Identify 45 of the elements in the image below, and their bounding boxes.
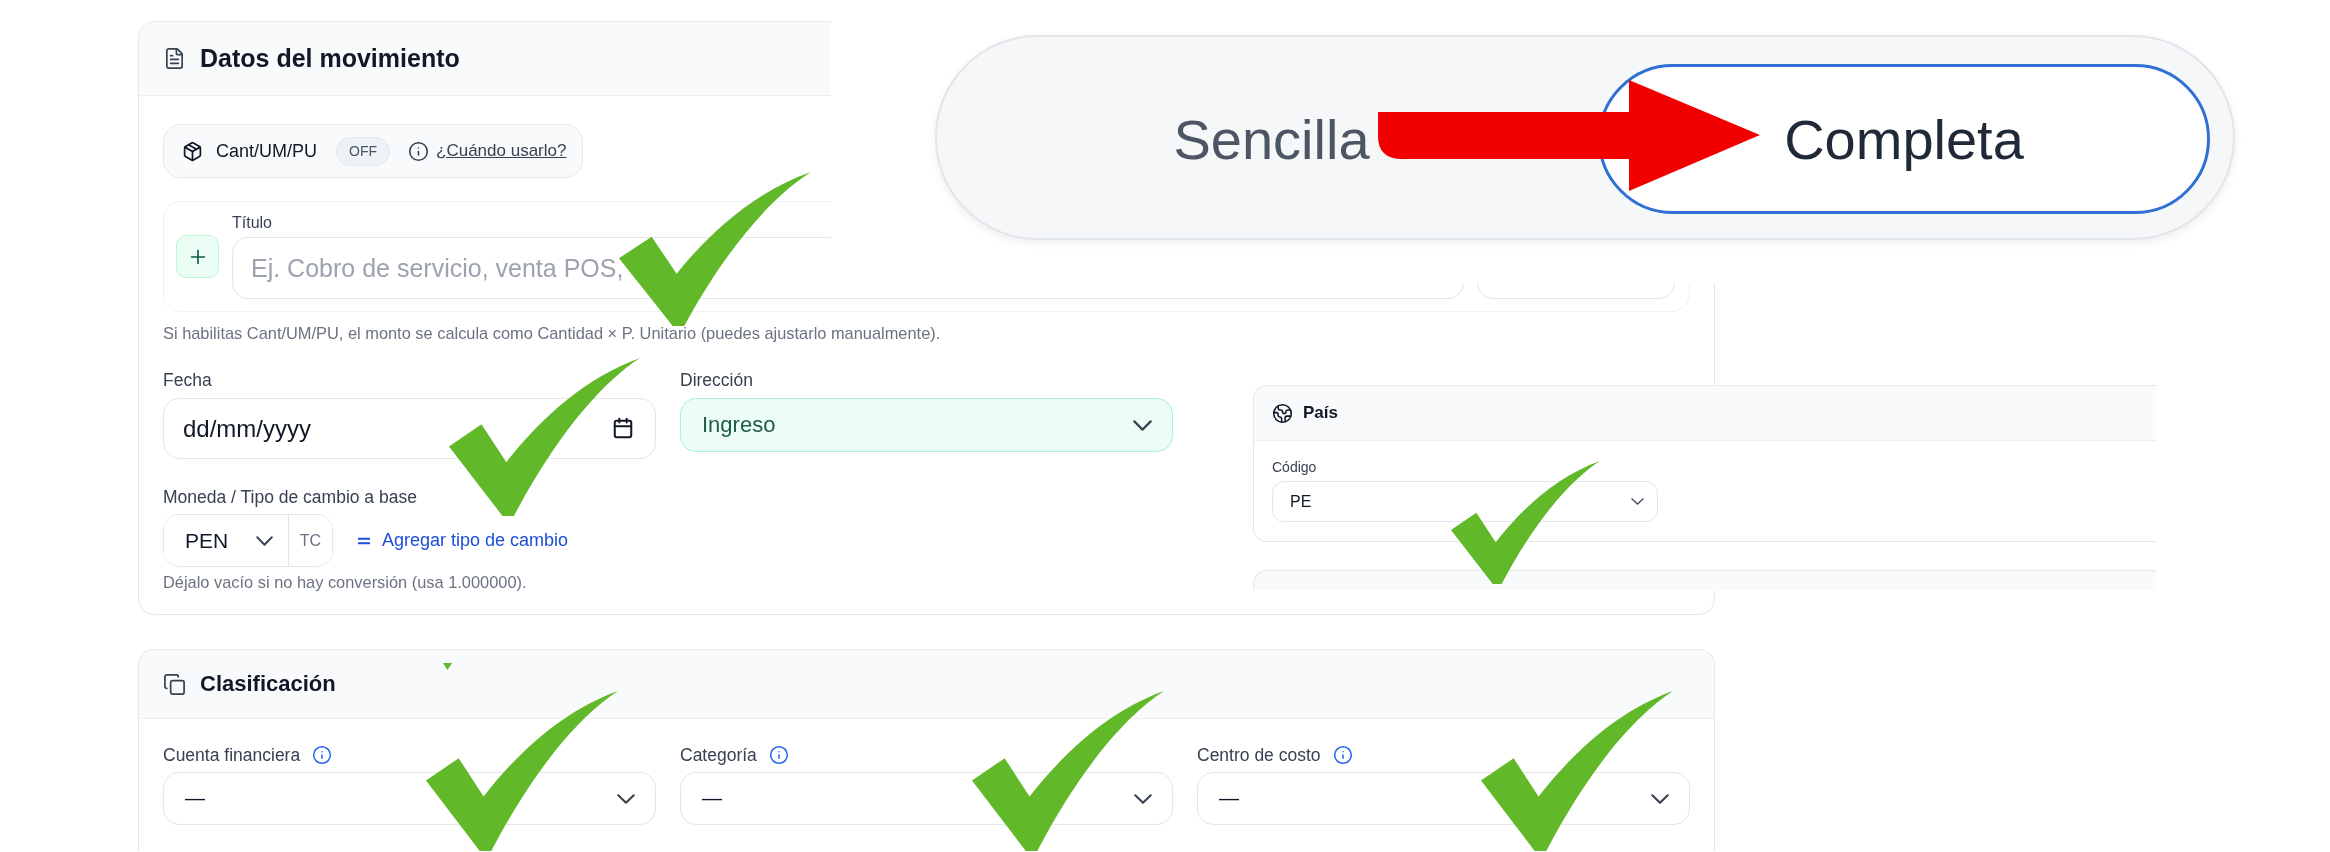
- rate-input[interactable]: TC: [288, 515, 332, 566]
- field-label: Categoría: [680, 745, 757, 765]
- panel-title: País: [1303, 403, 1338, 423]
- chevron-down-icon: [1631, 498, 1644, 505]
- chevron-down-icon: [1133, 419, 1152, 431]
- select-field[interactable]: PE: [1272, 481, 1658, 522]
- box-icon: [182, 140, 203, 162]
- calendar-icon: [612, 417, 634, 439]
- field-label: Fecha: [163, 370, 212, 390]
- field-label: Código: [1272, 459, 1317, 475]
- checkmark-icon: [449, 358, 640, 516]
- checkmark-icon: [426, 691, 618, 851]
- chevron-down-icon: [1134, 793, 1152, 804]
- hint-text: Déjalo vacío si no hay conversión (usa 1.000000).: [163, 573, 527, 592]
- field-label: Moneda / Tipo de cambio a base: [163, 487, 417, 507]
- mode-option[interactable]: Sencilla: [945, 64, 1598, 214]
- field-label: Título: [232, 214, 272, 232]
- info-icon: [768, 745, 789, 765]
- card-title: Clasificación: [200, 671, 336, 697]
- arrow-icon: [1378, 80, 1760, 191]
- info-icon: [312, 745, 333, 765]
- help-link[interactable]: ¿Cuándo usarlo?: [436, 141, 567, 161]
- field-label: Centro de costo: [1197, 745, 1321, 765]
- chevron-down-icon: [256, 535, 273, 546]
- toggle-label: Cant/UM/PU: [216, 140, 318, 162]
- copy-icon: [163, 672, 186, 696]
- document-icon: [163, 47, 186, 70]
- triangle-icon: [443, 663, 452, 670]
- checkmark-icon: [1451, 461, 1600, 584]
- add-rate-link[interactable]: Agregar tipo de cambio: [355, 530, 569, 551]
- toggle-switch[interactable]: OFF: [336, 136, 391, 166]
- info-icon: [1332, 745, 1353, 765]
- field-label: Dirección: [680, 370, 753, 390]
- mode-option[interactable]: Completa: [1598, 64, 2210, 214]
- field-label: Cuenta financiera: [163, 745, 301, 765]
- hint-text: Si habilitas Cant/UM/PU, el monto se calcula como Cantidad × P. Unitario (puedes ajustarlo manualmente).: [163, 324, 941, 343]
- card-title: Datos del movimiento: [200, 44, 460, 73]
- checkmark-icon: [1481, 691, 1673, 851]
- globe-icon: [1272, 402, 1293, 424]
- add-button[interactable]: [176, 235, 219, 278]
- chevron-down-icon: [1651, 793, 1669, 804]
- checkmark-icon: [972, 691, 1164, 851]
- info-icon: [408, 140, 430, 162]
- chevron-down-icon: [617, 793, 635, 804]
- direction-select[interactable]: Ingreso: [680, 398, 1173, 452]
